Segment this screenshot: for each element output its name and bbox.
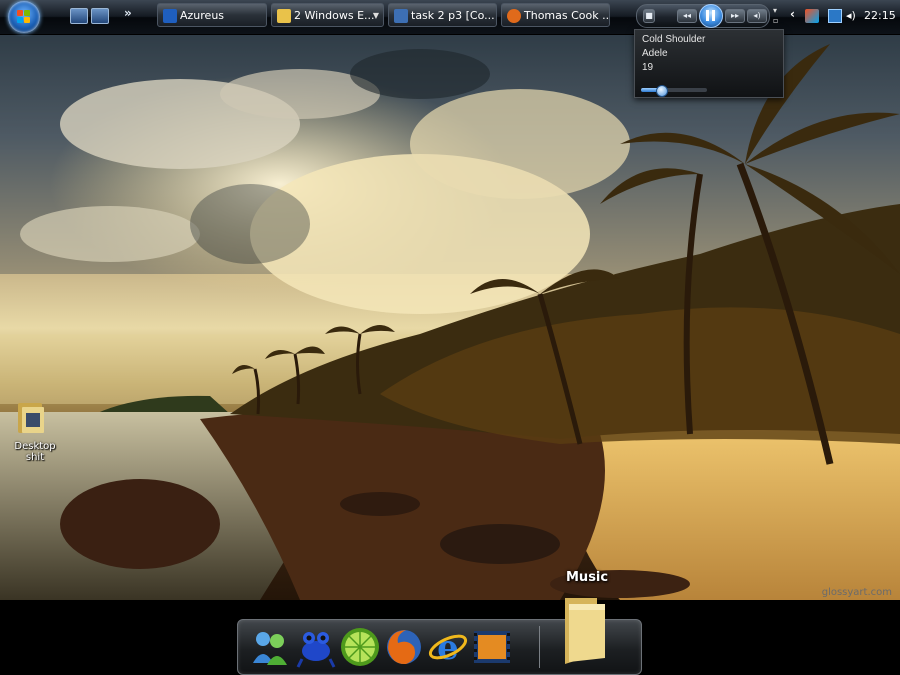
seek-handle[interactable]	[655, 85, 668, 97]
volume-icon[interactable]: ◂)	[747, 9, 767, 23]
desktop-wallpaper: glossyart.com	[0, 34, 900, 600]
track-title: Cold Shoulder	[642, 34, 706, 45]
system-clock[interactable]: 22:15	[864, 9, 896, 22]
frog-icon[interactable]	[294, 625, 338, 669]
azureus-icon	[163, 9, 177, 23]
windows-logo-icon	[17, 10, 31, 24]
speaker-icon[interactable]: ◂)	[846, 9, 860, 23]
wallpaper-scene	[0, 34, 900, 600]
task-document[interactable]: task 2 p3 [Co...	[388, 3, 497, 27]
switch-windows-icon[interactable]	[91, 8, 109, 24]
quick-launch-overflow-icon[interactable]: »	[124, 6, 132, 20]
dock-separator	[539, 626, 540, 668]
task-windows-explorer[interactable]: 2 Windows E... ▼	[271, 3, 384, 27]
pause-button[interactable]	[699, 4, 723, 28]
next-track-icon[interactable]: ▸▸	[725, 9, 745, 23]
chevron-down-icon: ▼	[372, 11, 379, 20]
firefox-icon	[507, 9, 521, 23]
desktop-icon-folder[interactable]: Desktop shit	[4, 397, 66, 463]
firefox-icon[interactable]	[382, 625, 426, 669]
track-artist: Adele	[642, 48, 668, 59]
stop-icon[interactable]: ■	[643, 9, 655, 23]
show-desktop-icon[interactable]	[70, 8, 88, 24]
network-icon[interactable]	[828, 9, 842, 23]
task-firefox[interactable]: Thomas Cook ...	[501, 3, 610, 27]
folder-icon	[18, 403, 44, 433]
document-icon	[394, 9, 408, 23]
task-label: Azureus	[180, 9, 225, 22]
now-playing-popup: Cold Shoulder Adele 19	[634, 29, 784, 98]
media-player-toolbar: ■ ◂◂ ▸▸ ◂)	[636, 4, 770, 28]
media-player-icon[interactable]	[470, 625, 514, 669]
desktop-icon-label: Desktop shit	[14, 441, 56, 463]
task-label: Thomas Cook ...	[524, 9, 610, 22]
svg-text:e: e	[437, 628, 459, 668]
previous-track-icon[interactable]: ◂◂	[677, 9, 697, 23]
music-folder-icon[interactable]	[559, 596, 609, 666]
messenger-icon[interactable]	[248, 625, 292, 669]
limewire-icon[interactable]	[338, 625, 382, 669]
task-azureus[interactable]: Azureus	[157, 3, 267, 27]
tray-expand-icon[interactable]: ‹	[790, 7, 795, 21]
task-label: 2 Windows E...	[294, 9, 375, 22]
windows-update-icon[interactable]	[805, 9, 819, 23]
restore-player-icon[interactable]: ▾ ▫	[773, 6, 781, 26]
task-label: task 2 p3 [Co...	[411, 9, 495, 22]
dock-hover-label: Music	[566, 570, 609, 585]
seek-bar[interactable]	[641, 85, 707, 97]
start-button[interactable]	[8, 1, 40, 33]
folder-icon	[277, 9, 291, 23]
track-number: 19	[642, 62, 654, 73]
internet-explorer-icon[interactable]: e	[426, 625, 470, 669]
wallpaper-watermark: glossyart.com	[821, 587, 892, 598]
